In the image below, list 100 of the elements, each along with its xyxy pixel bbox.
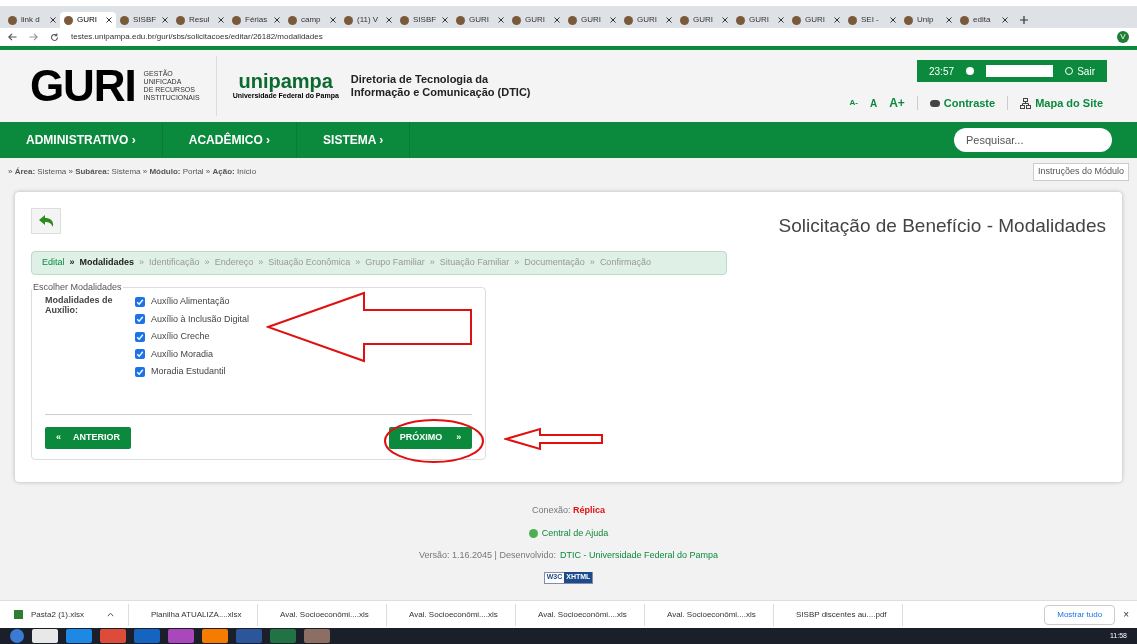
checkbox-label: Auxílio à Inclusão Digital [151,312,250,326]
version-info: Versão: 1.16.2045 | Desenvolvido: [419,549,556,562]
step-separator: » [139,255,145,269]
download-item[interactable]: Aval. Socioeconômi....xls [258,603,387,626]
browser-tab[interactable]: GURI [508,12,564,28]
browser-tab[interactable]: link d [4,12,60,28]
tab-favicon-icon [680,15,689,25]
new-tab-icon[interactable] [1020,16,1028,24]
close-tab-icon[interactable] [386,17,392,23]
checkbox[interactable] [135,314,145,325]
close-tab-icon[interactable] [666,17,672,23]
sitemap-button[interactable]: Mapa do Site [1020,94,1103,112]
breadcrumb: » Área: Sistema » Subárea: Sistema » Módulo: Portal » Ação: Início [8,166,257,178]
close-tab-icon[interactable] [106,17,112,23]
tab-favicon-icon [288,15,297,25]
close-tab-icon[interactable] [834,17,840,23]
field-label: Modalidades de Auxílio: [45,295,114,317]
close-tab-icon[interactable] [330,17,336,23]
close-tab-icon[interactable] [778,17,784,23]
start-button[interactable] [10,629,24,643]
page-title: Solicitação de Benefício - Modalidades [778,214,1106,238]
checkbox[interactable] [135,349,145,360]
close-tab-icon[interactable] [554,17,560,23]
close-tab-icon[interactable] [162,17,168,23]
close-tab-icon[interactable] [722,17,728,23]
help-link[interactable]: Central de Ajuda [528,526,609,540]
tab-favicon-icon [848,15,857,25]
university-logo: unipampa [238,70,333,91]
close-tab-icon[interactable] [218,17,224,23]
checkbox[interactable] [135,366,145,377]
download-item[interactable]: Aval. Socioeconômi....xls [387,603,516,626]
browser-tab[interactable]: GURI [676,12,732,28]
browser-tab[interactable]: Unip [900,12,956,28]
browser-tab[interactable]: SEI - [844,12,900,28]
guri-logo: GURI [30,64,136,108]
close-tab-icon[interactable] [274,17,280,23]
close-tab-icon[interactable] [946,17,952,23]
reload-icon[interactable] [50,32,59,42]
font-size-button[interactable]: A- [849,97,858,109]
browser-tab[interactable]: SISBF [116,12,172,28]
download-item[interactable]: Planilha ATUALIZA....xlsx [129,603,258,626]
browser-tab[interactable]: GURI [788,12,844,28]
developer-link[interactable]: DTIC - Universidade Federal do Pampa [559,549,718,563]
browser-tab[interactable]: edita [956,12,1012,28]
download-item[interactable]: Aval. Socioeconômi....xls [516,603,645,626]
address-bar[interactable]: testes.unipampa.edu.br/guri/sbs/solicitacoes/editar/26182/modalidades [71,31,1105,43]
department-name: Diretoria de Tecnologia da Informação e Comunicação (DTIC) [350,73,531,99]
close-tab-icon[interactable] [50,17,56,23]
checkbox-label: Auxílio Creche [151,330,210,343]
font-size-button[interactable]: A [869,95,878,111]
back-arrow-icon[interactable] [8,33,17,41]
contrast-button[interactable]: Contraste [929,94,996,112]
next-button[interactable]: PRÓXIMO » [389,426,472,449]
download-item[interactable]: SISBP discentes au....pdf [774,603,903,626]
browser-tab[interactable]: GURI [732,12,788,28]
close-tab-icon[interactable] [442,17,448,23]
nav-menu-item[interactable]: ACADÊMICO › [162,122,298,158]
download-item[interactable]: Pasta2 (1).xlsx [0,603,129,626]
search-field[interactable]: Pesquisar... [954,128,1112,152]
show-all-button[interactable]: Mostrar tudo [1044,604,1116,625]
module-help-button[interactable]: Instruções do Módulo [1032,163,1129,181]
nav-menu-item[interactable]: SISTEMA › [297,122,411,158]
step-label: Situação Familiar [439,255,510,269]
profile-avatar[interactable]: V [1117,31,1129,43]
tab-favicon-icon [904,15,913,25]
tab-favicon-icon [456,15,465,25]
step-label[interactable]: Edital [42,255,65,270]
browser-tab[interactable]: Férias [228,12,284,28]
browser-tab[interactable]: Resul [172,12,228,28]
tab-favicon-icon [736,15,745,25]
browser-tab[interactable]: SISBF [396,12,452,28]
step-separator: » [589,255,595,269]
browser-tab[interactable]: camp [284,12,340,28]
close-downloads-button[interactable]: × [1115,607,1137,622]
step-label: Confirmação [599,255,651,269]
contrast-icon [929,99,940,107]
download-item[interactable]: Aval. Socioeconômi....xls [645,603,774,626]
nav-menu-item[interactable]: ADMINISTRATIVO › [0,122,163,158]
step-separator: » [429,255,435,269]
step-label: Situação Econômica [268,255,351,269]
previous-button[interactable]: « ANTERIOR [45,426,131,449]
step-label: Endereço [214,255,254,269]
back-button[interactable] [31,208,61,234]
close-tab-icon[interactable] [890,17,896,23]
browser-tab[interactable]: GURI [60,12,116,28]
close-tab-icon[interactable] [498,17,504,23]
browser-tab[interactable]: GURI [452,12,508,28]
redacted-username [985,65,1054,77]
browser-tab[interactable]: (11) V [340,12,396,28]
font-size-button[interactable]: A+ [889,94,905,112]
step-separator: » [355,255,361,269]
close-tab-icon[interactable] [610,17,616,23]
close-tab-icon[interactable] [1002,17,1008,23]
forward-arrow-icon[interactable] [29,33,38,41]
checkbox[interactable] [135,331,145,342]
browser-tab[interactable]: GURI [620,12,676,28]
tab-favicon-icon [120,15,129,25]
browser-tab[interactable]: GURI [564,12,620,28]
checkbox[interactable] [135,296,145,307]
logout-button[interactable]: Sair [1065,63,1095,79]
